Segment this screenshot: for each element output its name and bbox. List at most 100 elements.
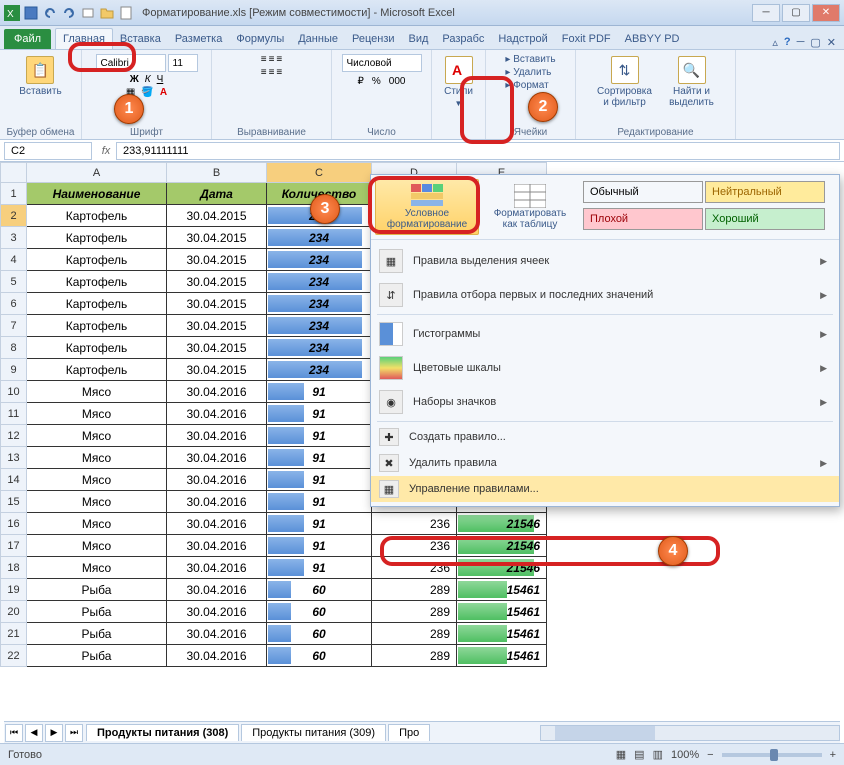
cell[interactable]: 289 (372, 623, 457, 645)
align-bot-icon[interactable]: ≡ (276, 54, 282, 65)
view-layout-icon[interactable]: ▤ (634, 748, 644, 761)
cell[interactable]: 60 (267, 579, 372, 601)
cell[interactable]: Рыба (27, 601, 167, 623)
align-left-icon[interactable]: ≡ (261, 67, 267, 78)
row-header[interactable]: 8 (1, 337, 27, 359)
tab-data[interactable]: Данные (291, 29, 345, 49)
open-icon[interactable] (99, 5, 115, 21)
cell[interactable]: 30.04.2015 (167, 205, 267, 227)
tab-addins[interactable]: Надстрой (491, 29, 554, 49)
col-header-b[interactable]: B (167, 163, 267, 183)
cell[interactable]: 30.04.2015 (167, 293, 267, 315)
formula-input[interactable]: 233,91111111 (116, 142, 840, 160)
cell[interactable]: 91 (267, 381, 372, 403)
menu-highlight-rules[interactable]: ▦Правила выделения ячеек▶ (371, 244, 839, 278)
font-size-select[interactable]: 11 (168, 54, 198, 72)
cell[interactable]: Картофель (27, 337, 167, 359)
cell[interactable]: Мясо (27, 425, 167, 447)
cell[interactable]: 236 (372, 513, 457, 535)
row-header[interactable]: 16 (1, 513, 27, 535)
print-preview-icon[interactable] (80, 5, 96, 21)
cell[interactable]: Картофель (27, 205, 167, 227)
cell[interactable]: Мясо (27, 557, 167, 579)
row-header[interactable]: 18 (1, 557, 27, 579)
cell[interactable]: Картофель (27, 359, 167, 381)
menu-icon-sets[interactable]: ◉Наборы значков▶ (371, 385, 839, 419)
row-header[interactable]: 1 (1, 183, 27, 205)
cell[interactable]: 289 (372, 601, 457, 623)
menu-data-bars[interactable]: Гистограммы▶ (371, 317, 839, 351)
minimize-button[interactable]: ─ (752, 4, 780, 22)
row-header[interactable]: 15 (1, 491, 27, 513)
sheet-nav-next[interactable]: ▶ (45, 724, 63, 742)
col-header-c[interactable]: C (267, 163, 372, 183)
cell[interactable]: 91 (267, 447, 372, 469)
row-header[interactable]: 19 (1, 579, 27, 601)
row-header[interactable]: 7 (1, 315, 27, 337)
row-header[interactable]: 21 (1, 623, 27, 645)
zoom-level[interactable]: 100% (671, 749, 699, 761)
cell[interactable]: 234 (267, 227, 372, 249)
cell[interactable]: 91 (267, 425, 372, 447)
font-name-select[interactable]: Calibri (96, 54, 166, 72)
fill-color-button[interactable]: 🪣 (141, 87, 153, 98)
cell[interactable]: 30.04.2016 (167, 557, 267, 579)
comma-icon[interactable]: 000 (389, 76, 406, 87)
cell[interactable]: 21546 (457, 513, 547, 535)
align-right-icon[interactable]: ≡ (276, 67, 282, 78)
row-header[interactable]: 4 (1, 249, 27, 271)
cell[interactable]: 30.04.2015 (167, 227, 267, 249)
row-header[interactable]: 2 (1, 205, 27, 227)
cell[interactable]: 30.04.2016 (167, 513, 267, 535)
cell[interactable]: Мясо (27, 381, 167, 403)
cell[interactable]: 30.04.2015 (167, 271, 267, 293)
underline-button[interactable]: Ч (157, 74, 164, 85)
cell[interactable]: Наименование (27, 183, 167, 205)
tab-layout[interactable]: Разметка (168, 29, 230, 49)
zoom-out-button[interactable]: − (707, 749, 713, 761)
row-header[interactable]: 14 (1, 469, 27, 491)
row-header[interactable]: 10 (1, 381, 27, 403)
cell[interactable]: Картофель (27, 315, 167, 337)
cell[interactable]: 30.04.2016 (167, 469, 267, 491)
cell[interactable]: 15461 (457, 623, 547, 645)
row-header[interactable]: 5 (1, 271, 27, 293)
cell[interactable]: Мясо (27, 535, 167, 557)
cell[interactable]: 21546 (457, 535, 547, 557)
styles-button[interactable]: A Стили ▼ (442, 54, 475, 110)
conditional-formatting-button[interactable]: Условное форматирование (375, 179, 479, 235)
menu-color-scales[interactable]: Цветовые шкалы▶ (371, 351, 839, 385)
sheet-nav-first[interactable]: ⏮ (5, 724, 23, 742)
new-icon[interactable] (118, 5, 134, 21)
cell[interactable]: 289 (372, 645, 457, 667)
close-button[interactable]: ✕ (812, 4, 840, 22)
cell[interactable]: 30.04.2016 (167, 403, 267, 425)
name-box[interactable]: C2 (4, 142, 92, 160)
cell[interactable]: Мясо (27, 469, 167, 491)
cell[interactable]: Рыба (27, 579, 167, 601)
cell[interactable]: 91 (267, 491, 372, 513)
style-bad[interactable]: Плохой (583, 208, 703, 230)
cells-delete-button[interactable]: ▸ Удалить (505, 67, 555, 78)
cell[interactable]: 234 (267, 293, 372, 315)
row-header[interactable]: 13 (1, 447, 27, 469)
cell[interactable]: 30.04.2016 (167, 623, 267, 645)
sheet-tab[interactable]: Продукты питания (309) (241, 724, 386, 741)
row-header[interactable]: 20 (1, 601, 27, 623)
scrollbar-thumb[interactable] (555, 726, 655, 740)
cell[interactable]: 60 (267, 645, 372, 667)
cell[interactable]: Рыба (27, 645, 167, 667)
cells-format-button[interactable]: ▸ Формат (505, 80, 555, 91)
align-center-icon[interactable]: ≡ (269, 67, 275, 78)
menu-clear-rules[interactable]: ✖Удалить правила▶ (371, 450, 839, 476)
cell[interactable]: 234 (267, 315, 372, 337)
cell[interactable]: 91 (267, 557, 372, 579)
cell[interactable]: 30.04.2016 (167, 535, 267, 557)
cell[interactable]: 91 (267, 513, 372, 535)
cell[interactable]: Дата (167, 183, 267, 205)
tab-review[interactable]: Рецензи (345, 29, 402, 49)
tab-view[interactable]: Вид (402, 29, 436, 49)
tab-developer[interactable]: Разрабс (435, 29, 491, 49)
fx-icon[interactable]: fx (96, 145, 116, 157)
cell[interactable]: 30.04.2016 (167, 381, 267, 403)
